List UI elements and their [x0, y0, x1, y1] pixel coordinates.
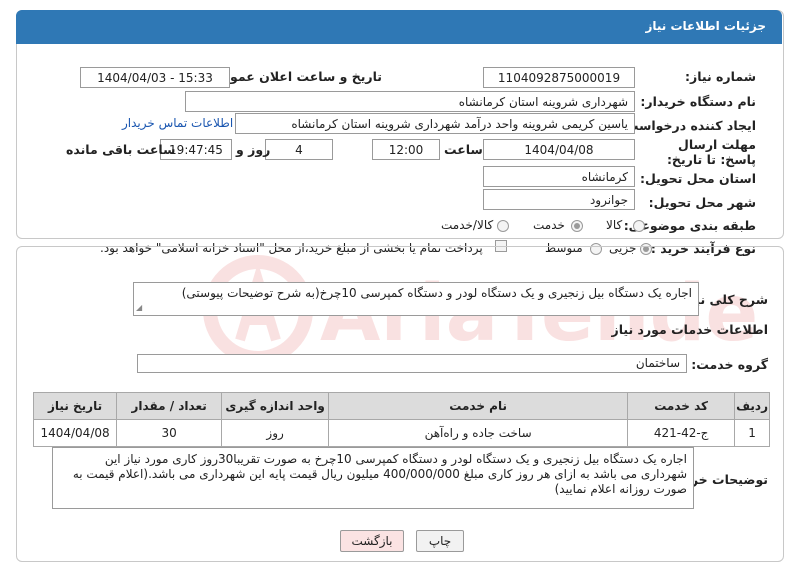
cell-unit: روز [221, 419, 330, 447]
panel-title: جزئیات اطلاعات نیاز [645, 19, 766, 33]
resize-grip-icon[interactable]: ◢ [136, 300, 142, 315]
city-field: جوانرود [483, 189, 635, 210]
buyer-notes-text: اجاره یک دستگاه بیل زنجیری و یک دستگاه ل… [72, 452, 687, 496]
days-field: 4 [265, 139, 333, 160]
services-section-title: اطلاعات خدمات مورد نیاز [611, 322, 769, 337]
services-table: ردیف کد خدمت نام خدمت واحد اندازه گیری ت… [32, 392, 770, 447]
service-group-field: ساختمان [137, 354, 687, 373]
cell-qty: 30 [116, 419, 223, 447]
category-option-service-label: خدمت [533, 218, 565, 232]
category-option-goods-label: کالا [606, 218, 623, 232]
province-field: کرمانشاه [483, 166, 635, 187]
panel-header: جزئیات اطلاعات نیاز [16, 10, 782, 44]
service-group-label: گروه خدمت: [691, 357, 768, 372]
days-label: روز و [236, 142, 271, 157]
time-label: ساعت [444, 142, 483, 157]
deadline-date-field: 1404/04/08 [483, 139, 635, 160]
col-row-header: ردیف [734, 392, 770, 420]
cell-date: 1404/04/08 [32, 419, 118, 447]
col-code-header: کد خدمت [627, 392, 736, 420]
need-number-field: 1104092875000019 [483, 67, 635, 88]
deadline-label: مهلت ارسال پاسخ: تا تاریخ: [666, 137, 756, 167]
announce-field: 1404/04/03 - 15:33 [80, 67, 230, 88]
col-date-header: تاریخ نیاز [32, 392, 118, 420]
city-label: شهر محل تحویل: [648, 195, 756, 210]
back-button[interactable]: بازگشت [340, 530, 404, 552]
category-option-both-label: کالا/خدمت [441, 218, 494, 232]
province-label: استان محل تحویل: [639, 171, 756, 186]
category-goods-radio[interactable] [633, 220, 645, 232]
cell-row: 1 [734, 419, 770, 447]
col-name-header: نام خدمت [328, 392, 629, 420]
print-button[interactable]: چاپ [416, 530, 464, 552]
requester-label: ایجاد کننده درخواست: [620, 118, 756, 133]
buyer-notes-field: اجاره یک دستگاه بیل زنجیری و یک دستگاه ل… [52, 447, 694, 509]
deadline-time-field: 12:00 [372, 139, 440, 160]
cell-name: ساخت جاده و راه‌آهن [328, 419, 629, 447]
table-header-row: ردیف کد خدمت نام خدمت واحد اندازه گیری ت… [32, 392, 770, 420]
remaining-label: ساعت باقی مانده [66, 142, 176, 157]
buyer-org-label: نام دستگاه خریدار: [640, 94, 756, 109]
category-service-radio[interactable] [571, 220, 583, 232]
col-unit-header: واحد اندازه گیری [221, 392, 330, 420]
category-both-radio[interactable] [497, 220, 509, 232]
summary-text: اجاره یک دستگاه بیل زنجیری و یک دستگاه ل… [181, 286, 692, 300]
summary-field: اجاره یک دستگاه بیل زنجیری و یک دستگاه ل… [133, 282, 699, 316]
cell-code: ج-42-421 [627, 419, 736, 447]
contact-buyer-link[interactable]: اطلاعات تماس خریدار [122, 116, 233, 130]
buyer-org-field: شهرداری شروینه استان کرمانشاه [185, 91, 635, 112]
table-row: 1 ج-42-421 ساخت جاده و راه‌آهن روز 30 14… [32, 419, 770, 447]
col-qty-header: تعداد / مقدار [116, 392, 223, 420]
announce-label: تاریخ و ساعت اعلان عمومی: [204, 69, 382, 84]
need-number-label: شماره نیاز: [685, 69, 756, 84]
requester-field: یاسین کریمی شروینه واحد درآمد شهرداری شر… [235, 113, 635, 134]
